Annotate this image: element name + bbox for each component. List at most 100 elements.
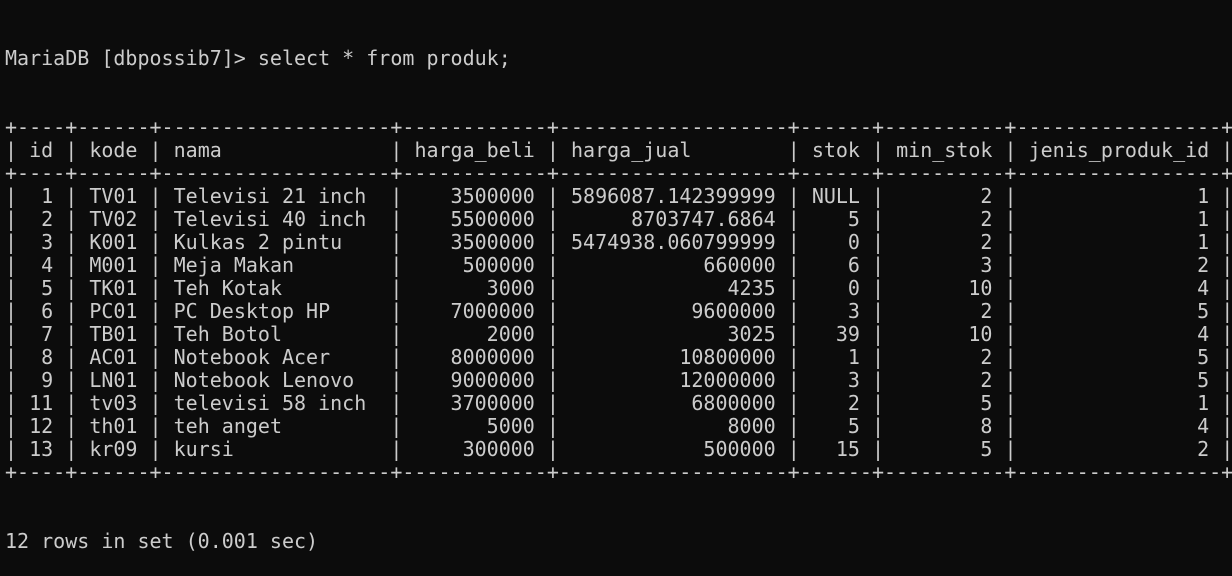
table-row: 2 TV02 Televisi 40 inch 5500000 8703747.…	[5, 207, 1232, 231]
column-separator	[1004, 322, 1028, 346]
column-separator	[872, 184, 896, 208]
column-header-harga-beli: harga_beli	[414, 138, 535, 162]
cell-kode: kr09	[89, 437, 138, 461]
column-separator	[1004, 207, 1028, 231]
cell-nama: Televisi 21 inch	[173, 184, 367, 208]
column-separator	[788, 368, 812, 392]
column-separator	[872, 207, 896, 231]
column-separator	[547, 207, 571, 231]
cell-harga-jual: 9600000	[691, 299, 776, 323]
column-header-stok: stok	[811, 138, 860, 162]
column-separator	[1221, 276, 1232, 300]
column-separator	[390, 414, 414, 438]
cell-min-stok: 8	[980, 414, 993, 438]
cell-nama: Notebook Acer	[173, 345, 331, 369]
cell-min-stok: 10	[968, 322, 993, 346]
column-separator	[547, 391, 571, 415]
cell-stok: 1	[847, 345, 860, 369]
cell-harga-beli: 3000	[486, 276, 535, 300]
command: select * from produk;	[257, 46, 511, 70]
cell-stok: 5	[847, 207, 860, 231]
column-separator	[872, 138, 896, 162]
column-separator	[150, 414, 174, 438]
result-table: +----+------+-------------------+-------…	[5, 116, 1232, 484]
table-row: 5 TK01 Teh Kotak 3000 4235 0 10 4	[5, 276, 1232, 300]
column-header-id: id	[29, 138, 54, 162]
cell-jenis-produk-id: 4	[1197, 322, 1210, 346]
column-separator	[547, 230, 571, 254]
cell-nama: PC Desktop HP	[173, 299, 331, 323]
cell-harga-beli: 5500000	[450, 207, 535, 231]
column-separator	[1004, 184, 1028, 208]
column-separator	[788, 276, 812, 300]
cell-jenis-produk-id: 5	[1197, 345, 1210, 369]
cell-stok: 39	[835, 322, 860, 346]
cell-jenis-produk-id: 2	[1197, 253, 1210, 277]
column-separator	[547, 345, 571, 369]
cell-jenis-produk-id: 1	[1197, 184, 1210, 208]
cell-id: 1	[41, 184, 54, 208]
cell-min-stok: 3	[980, 253, 993, 277]
terminal[interactable]: MariaDB [dbpossib7]> select * from produ…	[0, 0, 1232, 576]
cell-harga-beli: 9000000	[450, 368, 535, 392]
column-separator	[872, 230, 896, 254]
column-separator	[5, 368, 29, 392]
cell-id: 12	[29, 414, 54, 438]
column-separator	[150, 368, 174, 392]
column-separator	[150, 391, 174, 415]
column-separator	[788, 299, 812, 323]
column-separator	[65, 345, 89, 369]
column-header-kode: kode	[89, 138, 138, 162]
column-separator	[547, 414, 571, 438]
cell-harga-jual: 5474938.060799999	[570, 230, 776, 254]
table-row: 7 TB01 Teh Botol 2000 3025 39 10 4	[5, 322, 1232, 346]
column-header-jenis-produk-id: jenis_produk_id	[1028, 138, 1210, 162]
column-separator	[5, 391, 29, 415]
column-separator	[1004, 276, 1028, 300]
column-separator	[65, 207, 89, 231]
column-separator	[150, 138, 174, 162]
column-separator	[390, 253, 414, 277]
column-separator	[65, 299, 89, 323]
column-separator	[872, 368, 896, 392]
cell-harga-jual: 500000	[703, 437, 776, 461]
column-separator	[65, 414, 89, 438]
cell-nama: teh anget	[173, 414, 282, 438]
cell-jenis-produk-id: 5	[1197, 299, 1210, 323]
cell-min-stok: 2	[980, 230, 993, 254]
column-separator	[547, 276, 571, 300]
column-separator	[150, 207, 174, 231]
cell-kode: TV02	[89, 207, 138, 231]
column-separator	[1221, 207, 1232, 231]
column-separator	[150, 345, 174, 369]
cell-min-stok: 2	[980, 207, 993, 231]
cell-harga-beli: 8000000	[450, 345, 535, 369]
column-separator	[872, 322, 896, 346]
column-separator	[1004, 414, 1028, 438]
column-separator	[5, 299, 29, 323]
cell-harga-beli: 3500000	[450, 184, 535, 208]
table-row: 13 kr09 kursi 300000 500000 15 5 2	[5, 437, 1232, 461]
cell-harga-beli: 300000	[462, 437, 535, 461]
column-separator	[5, 414, 29, 438]
cell-harga-jual: 3025	[727, 322, 776, 346]
column-separator	[65, 230, 89, 254]
cell-jenis-produk-id: 1	[1197, 391, 1210, 415]
cell-nama: kursi	[173, 437, 234, 461]
cell-harga-beli: 3500000	[450, 230, 535, 254]
column-separator	[65, 184, 89, 208]
cell-jenis-produk-id: 4	[1197, 276, 1210, 300]
column-separator	[390, 299, 414, 323]
column-separator	[150, 276, 174, 300]
column-separator	[5, 276, 29, 300]
column-separator	[5, 345, 29, 369]
column-separator	[1221, 414, 1232, 438]
cell-harga-jual: 660000	[703, 253, 776, 277]
cell-stok: 2	[847, 391, 860, 415]
column-separator	[5, 437, 29, 461]
cell-kode: TK01	[89, 276, 138, 300]
table-row: 6 PC01 PC Desktop HP 7000000 9600000 3 2…	[5, 299, 1232, 323]
cell-nama: Notebook Lenovo	[173, 368, 355, 392]
cell-kode: TV01	[89, 184, 138, 208]
cell-jenis-produk-id: 1	[1197, 230, 1210, 254]
